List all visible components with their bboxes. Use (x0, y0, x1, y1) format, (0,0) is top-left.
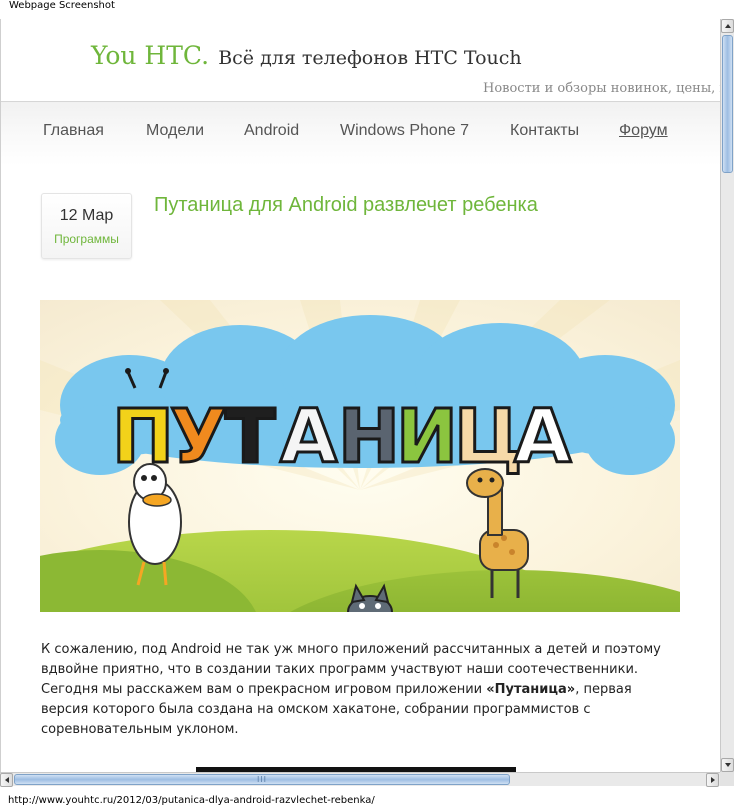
svg-text:А: А (514, 394, 571, 480)
scrollbar-corner (720, 772, 734, 786)
site-tagline: Всё для телефонов HTC Touch (218, 47, 522, 69)
scroll-down-button[interactable] (721, 758, 734, 772)
nav-item-contacts[interactable]: Контакты (510, 122, 579, 140)
browser-viewport: You HTC. Всё для телефонов HTC Touch Нов… (0, 19, 720, 772)
post-body-bold-title: «Путаница» (486, 682, 576, 697)
banner-illustration: П У Т А Н И Ц А (40, 300, 680, 612)
post-date-box: 12 Мар Программы (41, 193, 132, 259)
window-caption: Webpage Screenshot (9, 0, 115, 11)
svg-text:Т: Т (225, 394, 276, 480)
scroll-left-button[interactable] (0, 773, 13, 787)
nav-item-android[interactable]: Android (244, 122, 299, 140)
vertical-scrollbar[interactable] (720, 19, 734, 772)
svg-text:А: А (280, 394, 337, 480)
site-description: Новости и обзоры новинок, цены, прош (483, 81, 720, 96)
arrow-down-icon (724, 763, 731, 767)
arrow-up-icon (724, 24, 731, 28)
main-nav: Главная Модели Android Windows Phone 7 К… (1, 101, 720, 166)
svg-text:Ц: Ц (454, 394, 523, 480)
post-body: К сожалению, под Android не так уж много… (41, 640, 681, 740)
scroll-right-button[interactable] (706, 773, 719, 787)
horizontal-scroll-thumb[interactable]: III (14, 774, 510, 785)
svg-text:У: У (170, 394, 227, 480)
post-banner-image: П У Т А Н И Ц А (40, 300, 680, 612)
nav-item-home[interactable]: Главная (43, 122, 104, 140)
nav-item-models[interactable]: Модели (146, 122, 204, 140)
svg-text:И: И (396, 394, 458, 480)
site-brand[interactable]: You HTC. Всё для телефонов HTC Touch (91, 41, 522, 70)
arrow-left-icon (4, 777, 9, 783)
arrow-right-icon (710, 777, 715, 783)
svg-text:Н: Н (338, 394, 400, 480)
post-category-link[interactable]: Программы (42, 232, 131, 246)
horizontal-scrollbar[interactable]: III (0, 772, 720, 787)
vertical-scroll-thumb[interactable] (722, 35, 733, 173)
post-date: 12 Мар (59, 207, 114, 224)
scroll-grip-icon: III (256, 774, 268, 784)
nav-item-forum[interactable]: Форум (619, 122, 668, 140)
status-bar-url: http://www.youhtc.ru/2012/03/putanica-dl… (8, 795, 375, 806)
site-header: You HTC. Всё для телефонов HTC Touch Нов… (1, 19, 720, 101)
post-title[interactable]: Путаница для Android развлечет ребенка (154, 194, 538, 217)
nav-item-windows-phone[interactable]: Windows Phone 7 (340, 122, 469, 140)
scroll-up-button[interactable] (721, 19, 734, 33)
site-name[interactable]: You HTC. (91, 41, 209, 70)
